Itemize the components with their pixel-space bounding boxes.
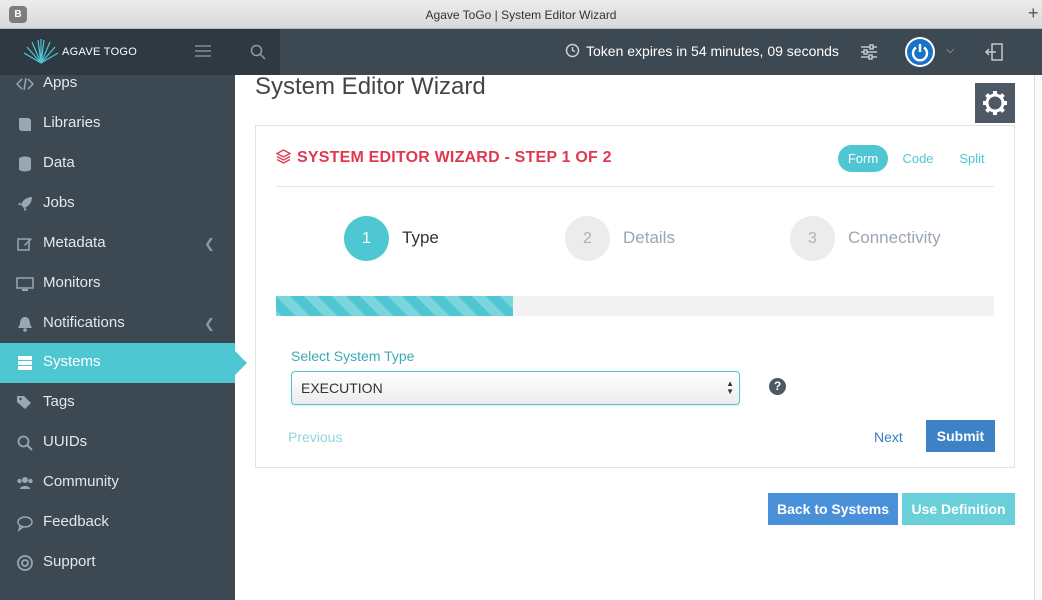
search-button[interactable] bbox=[236, 29, 280, 75]
agave-logo-icon bbox=[23, 39, 59, 64]
search-icon bbox=[17, 435, 33, 451]
sidebar-item-notifications[interactable]: Notifications ❮ bbox=[0, 304, 235, 344]
wizard-progress-bar bbox=[276, 296, 994, 316]
previous-button[interactable]: Previous bbox=[288, 429, 342, 445]
sidebar-item-support[interactable]: Support bbox=[0, 543, 235, 583]
sidebar-item-systems[interactable]: Systems bbox=[0, 343, 247, 383]
page-title: System Editor Wizard bbox=[255, 73, 486, 100]
database-icon bbox=[19, 156, 31, 172]
sidebar-item-metadata[interactable]: Metadata ❮ bbox=[0, 224, 235, 264]
sidebar-item-apps[interactable]: Apps bbox=[0, 64, 235, 104]
system-type-select[interactable]: EXECUTION ▲ ▼ bbox=[291, 371, 740, 405]
page-scrollbar[interactable] bbox=[1034, 75, 1042, 600]
lifebuoy-icon bbox=[17, 555, 33, 571]
submit-button[interactable]: Submit bbox=[926, 420, 995, 452]
clock-icon bbox=[565, 43, 580, 58]
progress-fill bbox=[276, 296, 513, 316]
user-avatar[interactable] bbox=[905, 37, 935, 67]
rocket-icon bbox=[18, 197, 32, 211]
book-icon bbox=[19, 118, 31, 131]
step-number: 1 bbox=[344, 216, 389, 261]
wizard-title: SYSTEM EDITOR WIZARD - STEP 1 OF 2 bbox=[275, 149, 612, 167]
chevron-left-icon: ❮ bbox=[204, 236, 215, 251]
chevron-left-icon: ❮ bbox=[204, 316, 215, 331]
tab-form[interactable]: Form bbox=[838, 145, 888, 172]
select-value: EXECUTION bbox=[301, 380, 383, 396]
back-to-systems-button[interactable]: Back to Systems bbox=[768, 493, 898, 525]
menu-icon[interactable] bbox=[195, 45, 211, 59]
sidebar-item-community[interactable]: Community bbox=[0, 463, 235, 503]
token-expiry: Token expires in 54 minutes, 09 seconds bbox=[565, 43, 839, 59]
select-arrows-icon: ▲ ▼ bbox=[726, 379, 734, 396]
bell-icon bbox=[18, 317, 32, 332]
server-icon bbox=[18, 356, 32, 370]
tab-split[interactable]: Split bbox=[950, 145, 994, 172]
chevron-down-icon[interactable]: ⌵ bbox=[946, 44, 954, 57]
sidebar-item-monitors[interactable]: Monitors bbox=[0, 264, 235, 304]
system-type-label: Select System Type bbox=[291, 348, 415, 364]
next-button[interactable]: Next bbox=[874, 429, 903, 445]
sliders-icon[interactable] bbox=[860, 42, 878, 62]
help-icon[interactable]: ? bbox=[769, 378, 786, 395]
sidebar-item-uuids[interactable]: UUIDs bbox=[0, 423, 235, 463]
tags-icon bbox=[17, 396, 31, 409]
step-number: 2 bbox=[565, 216, 610, 261]
step-label: Type bbox=[402, 228, 439, 247]
comment-icon bbox=[17, 516, 33, 532]
token-text: Token expires in 54 minutes, 09 seconds bbox=[586, 43, 839, 59]
code-icon bbox=[16, 77, 34, 91]
step-label: Details bbox=[623, 228, 675, 247]
sidebar-item-tags[interactable]: Tags bbox=[0, 383, 235, 423]
search-icon bbox=[250, 44, 266, 60]
browser-titlebar: B Agave ToGo | System Editor Wizard + bbox=[0, 0, 1042, 29]
layers-icon bbox=[275, 149, 292, 164]
tab-code[interactable]: Code bbox=[896, 145, 940, 172]
power-avatar-icon bbox=[911, 44, 929, 62]
settings-button[interactable] bbox=[975, 83, 1015, 123]
sidebar-item-data[interactable]: Data bbox=[0, 144, 235, 184]
monitor-icon bbox=[16, 277, 34, 291]
brand-name: AGAVE TOGO bbox=[62, 46, 138, 58]
step-number: 3 bbox=[790, 216, 835, 261]
divider bbox=[276, 186, 994, 187]
users-icon bbox=[17, 477, 33, 489]
sidebar-item-feedback[interactable]: Feedback bbox=[0, 503, 235, 543]
sidebar-item-libraries[interactable]: Libraries bbox=[0, 104, 235, 144]
edit-icon bbox=[17, 238, 32, 251]
step-label: Connectivity bbox=[848, 228, 941, 247]
new-tab-button[interactable]: + bbox=[1028, 3, 1042, 23]
window-title: Agave ToGo | System Editor Wizard bbox=[425, 8, 617, 22]
sidebar: Apps Libraries Data Jobs Metadata ❮ Moni… bbox=[0, 74, 247, 600]
gear-icon bbox=[983, 91, 1007, 115]
sidebar-item-jobs[interactable]: Jobs bbox=[0, 184, 235, 224]
use-definition-button[interactable]: Use Definition bbox=[902, 493, 1015, 525]
wizard-panel: SYSTEM EDITOR WIZARD - STEP 1 OF 2 Form … bbox=[255, 125, 1015, 468]
logout-icon[interactable] bbox=[984, 42, 1004, 62]
